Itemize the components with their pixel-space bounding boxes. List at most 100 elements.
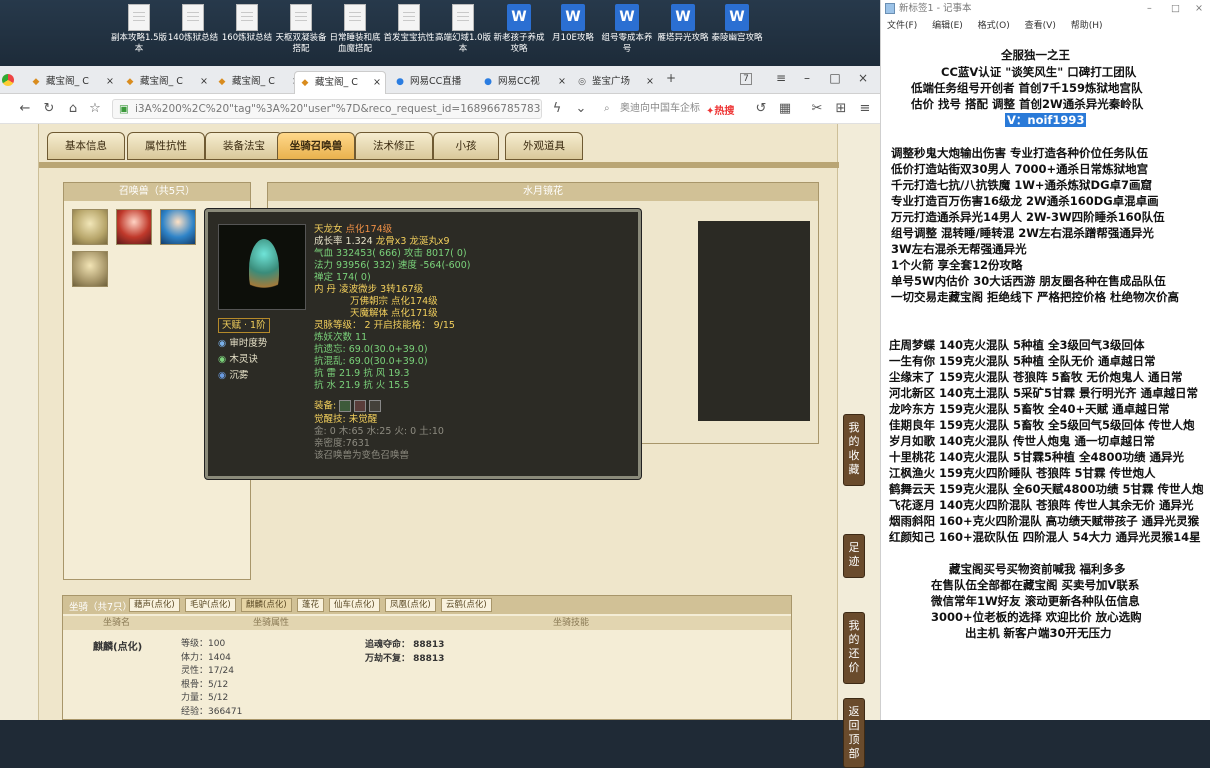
- grid-icon[interactable]: ▦: [776, 101, 794, 116]
- close-window-button[interactable]: ×: [1195, 0, 1203, 18]
- skill-item[interactable]: ◉ 审时度势: [218, 338, 267, 349]
- close-icon[interactable]: ×: [558, 71, 566, 93]
- desktop-icon[interactable]: W 组号零成本养号: [598, 4, 656, 55]
- desktop-icon[interactable]: 160炼狱总结: [218, 4, 276, 44]
- nav-bar: ← ↻ ⌂ ☆ ▣ i3A%200%2C%20"tag"%3A%20"user"…: [0, 94, 880, 124]
- minimize-button[interactable]: –: [798, 71, 816, 85]
- globe-icon: ◎: [578, 77, 586, 87]
- notepad-text-area[interactable]: 全服独一之王 CC蓝V认证 "谈笑风生" 口碑打工团队 低端任务组号开创者 首创…: [881, 38, 1210, 720]
- my-counteroffer-button[interactable]: 我的还价: [843, 612, 865, 684]
- menu-edit[interactable]: 编辑(E): [932, 21, 963, 31]
- desktop-icon[interactable]: W 月10E攻略: [544, 4, 602, 44]
- cbg-favicon-icon: ◆: [126, 77, 134, 87]
- desktop-icon[interactable]: W 秦陵幽宫攻略: [708, 4, 766, 44]
- browser-logo-icon: [2, 74, 14, 86]
- desktop-icon[interactable]: W 雁塔异光攻略: [654, 4, 712, 44]
- notepad-menu: 文件(F) 编辑(E) 格式(O) 查看(V) 帮助(H): [881, 18, 1210, 35]
- footprint-button[interactable]: 足迹: [843, 534, 865, 578]
- notepad-titlebar: 新标签1 - 记事本 – □ ×: [881, 0, 1210, 18]
- refresh-icon[interactable]: ↻: [40, 101, 58, 116]
- tab-children[interactable]: 小孩: [433, 132, 499, 160]
- tab-attributes[interactable]: 属性抗性: [127, 132, 205, 160]
- menu-help[interactable]: 帮助(H): [1071, 21, 1103, 31]
- tab[interactable]: ● 网易CC直播: [390, 71, 472, 94]
- close-icon[interactable]: ×: [106, 71, 114, 93]
- maximize-button[interactable]: □: [826, 71, 844, 85]
- more-icon[interactable]: ≡: [856, 101, 874, 116]
- mount-tab[interactable]: 毛驴(点化): [185, 598, 236, 612]
- mount-tab[interactable]: 藉声(点化): [129, 598, 180, 612]
- tab-basic-info[interactable]: 基本信息: [47, 132, 125, 160]
- menu-file[interactable]: 文件(F): [887, 21, 917, 31]
- menu-view[interactable]: 查看(V): [1025, 21, 1056, 31]
- close-icon[interactable]: ×: [373, 72, 381, 94]
- dropdown-icon[interactable]: ⌄: [572, 101, 590, 116]
- mount-tab[interactable]: 凤凰(点化): [385, 598, 436, 612]
- minimize-button[interactable]: –: [1147, 0, 1152, 18]
- mount-tab[interactable]: 麒麟(点化): [241, 598, 292, 612]
- tab[interactable]: ◆藏宝阁_ C×: [26, 71, 118, 94]
- skill-item[interactable]: ◉ 木灵诀: [218, 354, 258, 365]
- cbg-favicon-icon: ◆: [218, 77, 226, 87]
- mount-tab[interactable]: 云鹤(点化): [441, 598, 492, 612]
- maximize-button[interactable]: □: [1171, 0, 1180, 18]
- cc-favicon-icon: ●: [484, 77, 492, 87]
- back-to-top-button[interactable]: 返回顶部: [843, 698, 865, 768]
- address-bar[interactable]: ▣ i3A%200%2C%20"tag"%3A%20"user"%7D&reco…: [112, 99, 542, 119]
- equip-slot-icon[interactable]: [369, 400, 382, 412]
- desktop-icon[interactable]: 高端幻域1.0版本: [434, 4, 492, 55]
- text-line: 龙吟东方 159克火混队 5畜牧 全40+天赋 通卓越日常: [889, 402, 1170, 416]
- summon-avatar[interactable]: [72, 251, 108, 287]
- apps-icon[interactable]: ⊞: [832, 101, 850, 116]
- scissors-icon[interactable]: ✂: [808, 101, 826, 116]
- reload-icon[interactable]: ↺: [752, 101, 770, 116]
- tab[interactable]: ◎ 鉴宝广场 ×: [572, 71, 658, 94]
- word-icon: W: [561, 4, 585, 31]
- summon-avatar[interactable]: [116, 209, 152, 245]
- back-icon[interactable]: ←: [16, 101, 34, 116]
- tianfu-badge[interactable]: 天赋 · 1阶: [218, 318, 270, 333]
- tab-bar: ◆藏宝阁_ C× ◆藏宝阁_ C× ◆藏宝阁_ C× ◆藏宝阁_ C× ●网易C…: [0, 66, 880, 94]
- bookmark-star-icon[interactable]: ☆: [86, 101, 104, 116]
- menu-icon[interactable]: ≡: [772, 71, 790, 85]
- tab[interactable]: ◆藏宝阁_ C×: [212, 71, 304, 94]
- desktop-icon[interactable]: 天枢双凝装备搭配: [272, 4, 330, 55]
- hot-search-badge[interactable]: ✦热搜: [706, 102, 734, 117]
- tab[interactable]: ● 网易CC视 ×: [478, 71, 570, 94]
- home-icon[interactable]: ⌂: [64, 101, 82, 116]
- summon-avatar[interactable]: [72, 209, 108, 245]
- awakening-skill: 觉醒技: 未觉醒: [314, 414, 378, 425]
- desktop-icon[interactable]: 日常睡装和底血魔搭配: [326, 4, 384, 55]
- my-favorites-button[interactable]: 我的收藏: [843, 414, 865, 486]
- resist-forget: 抗遗忘: 69.0(30.0+39.0): [314, 344, 428, 355]
- close-icon[interactable]: ×: [646, 71, 654, 93]
- equip-slot-icon[interactable]: [339, 400, 352, 412]
- desktop-icon[interactable]: 首发宝宝抗性: [380, 4, 438, 44]
- tab-count-badge[interactable]: 7: [740, 73, 752, 85]
- lightning-icon[interactable]: ϟ: [548, 101, 566, 116]
- summon-list-title: 召唤兽（共5只）: [64, 183, 250, 201]
- mount-tab[interactable]: 仙车(点化): [329, 598, 380, 612]
- tab-equipment[interactable]: 装备法宝: [205, 132, 283, 160]
- summon-avatar[interactable]: [160, 209, 196, 245]
- text-line: 单号5W内估价 30大话西游 朋友圈各种在售成品队伍: [891, 274, 1166, 288]
- tab-mounts-summons[interactable]: 坐骑召唤兽: [277, 132, 355, 160]
- text-line: 万元打造通杀异光14男人 2W-3W四阶睡杀160队伍: [891, 210, 1165, 224]
- tab[interactable]: ◆藏宝阁_ C×: [120, 71, 212, 94]
- desktop-icon[interactable]: 140炼狱总结: [164, 4, 222, 44]
- equip-slot-icon[interactable]: [354, 400, 367, 412]
- summon-detail-dark-pane: [698, 221, 810, 421]
- tab-spell-correction[interactable]: 法术修正: [355, 132, 433, 160]
- new-tab-button[interactable]: +: [662, 71, 680, 85]
- cbg-favicon-icon: ◆: [301, 78, 309, 88]
- tab-active[interactable]: ◆ 藏宝阁_ C ×: [294, 71, 386, 94]
- summon-detail-title: 水月镜花: [268, 183, 818, 201]
- desktop-icon[interactable]: W 新老孩子养成攻略: [490, 4, 548, 55]
- skill-item[interactable]: ◉ 沉雾: [218, 370, 248, 381]
- close-icon[interactable]: ×: [200, 71, 208, 93]
- desktop-icon[interactable]: 副本攻略1.5版本: [110, 4, 168, 55]
- close-window-button[interactable]: ×: [854, 71, 872, 85]
- tab-appearance[interactable]: 外观道具: [505, 132, 583, 160]
- mount-tab[interactable]: 蓬花: [297, 598, 325, 612]
- menu-format[interactable]: 格式(O): [978, 21, 1010, 31]
